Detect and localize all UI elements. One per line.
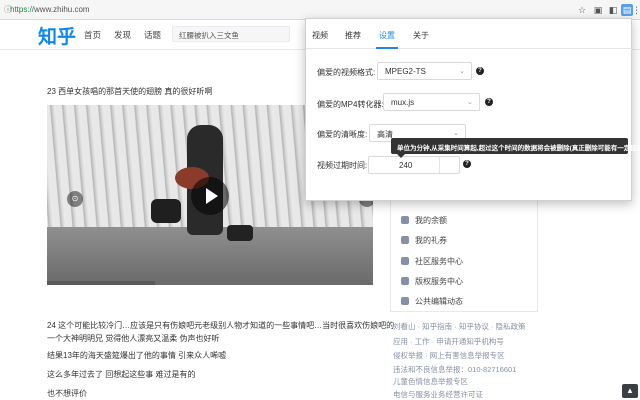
- format-label: 偏爱的视频格式:: [317, 68, 376, 77]
- wallet-icon: [401, 216, 409, 224]
- screenshot-icon[interactable]: ▣: [592, 4, 604, 16]
- nav-topics[interactable]: 话题: [144, 29, 161, 41]
- sidebar-item-coupons[interactable]: 我的礼券: [401, 235, 447, 246]
- community-icon: [401, 257, 409, 265]
- footer-link[interactable]: 电信与服务业务经营许可证: [393, 389, 483, 400]
- tab-videos[interactable]: 视频: [312, 30, 328, 41]
- help-icon[interactable]: ?: [463, 160, 471, 168]
- nav-home[interactable]: 首页: [84, 29, 101, 41]
- format-select[interactable]: MPEG2-TS ⌄: [377, 62, 472, 80]
- answer-text-line: 也不想评价: [47, 389, 87, 398]
- extension-icon[interactable]: ◧: [607, 4, 619, 16]
- footer-link[interactable]: 应用 · 工作 · 申请开通知乎机构号: [393, 336, 504, 347]
- chevron-down-icon: ⌄: [453, 130, 459, 137]
- mp4-converter-select[interactable]: mux.js ⌄: [383, 93, 480, 111]
- number-stepper[interactable]: [439, 157, 459, 173]
- footer-link[interactable]: 儿童色情信息举报专区: [393, 376, 468, 387]
- popup-tabs: 视频 推荐 设置 关于: [306, 19, 633, 49]
- tab-about[interactable]: 关于: [413, 30, 429, 41]
- sidebar-item-copyright-center[interactable]: 版权服务中心: [401, 276, 463, 287]
- list-item-title: 23 西单女孩唱的那首天使的翅膀 真的很好听啊: [47, 87, 213, 96]
- copyright-icon: [401, 277, 409, 285]
- url-field[interactable]: https://www.zhihu.com: [10, 5, 90, 14]
- lock-icon[interactable]: ⊙: [67, 191, 83, 207]
- tab-settings[interactable]: 设置: [379, 30, 395, 41]
- scroll-to-top-icon[interactable]: ▲: [622, 384, 638, 398]
- expire-time-input[interactable]: 240: [368, 156, 460, 174]
- help-icon[interactable]: ?: [476, 67, 484, 75]
- expire-time-tooltip: 单位为分钟,从采集时间算起,超过这个时间的数据将会被删除(真正删除可能有一定延迟…: [391, 138, 640, 158]
- url-protocol: https://: [10, 5, 35, 14]
- help-icon[interactable]: ?: [485, 98, 493, 106]
- tab-recommend[interactable]: 推荐: [345, 30, 361, 41]
- expire-time-label: 视频过期时间:: [317, 161, 368, 170]
- chevron-down-icon: ⌄: [459, 68, 465, 75]
- play-button[interactable]: [191, 177, 229, 215]
- edit-icon: [401, 297, 409, 305]
- chevron-down-icon: ⌄: [467, 99, 473, 106]
- menu-icon[interactable]: ⋮: [632, 4, 640, 16]
- sidebar-item-balance[interactable]: 我的余额: [401, 215, 447, 226]
- video-progress-bar[interactable]: [47, 281, 155, 285]
- active-tab-indicator: [376, 47, 398, 49]
- star-icon[interactable]: ☆: [576, 4, 588, 16]
- answer-text-line: 这么多年过去了 回想起这些事 难过是有的: [47, 370, 196, 379]
- sidebar-item-community-center[interactable]: 社区服务中心: [401, 256, 463, 267]
- search-input[interactable]: 红腰被扒入三文鱼: [172, 26, 290, 42]
- answer-text-line: 24 这个可能比较冷门…应该是只有伤娘吧元老级别人物才知道的一些事情吧…当时很喜…: [47, 321, 395, 330]
- mp4-converter-label: 偏爱的MP4转化器:: [317, 100, 384, 109]
- zhihu-logo[interactable]: 知乎: [38, 22, 76, 49]
- nav-discover[interactable]: 发现: [114, 29, 131, 41]
- answer-text-line: 一个大神明明兄 觉得他人漂亮又温柔 伪声也好听: [47, 334, 220, 343]
- footer-link[interactable]: 违法和不良信息举报：010-82716601: [393, 364, 516, 375]
- sidebar-item-public-edits[interactable]: 公共编辑动态: [401, 296, 463, 307]
- footer-link[interactable]: 刘看山 · 知乎指南 · 知乎协议 · 隐私政策: [393, 321, 526, 332]
- gift-icon: [401, 236, 409, 244]
- browser-address-bar: ⓘ https://www.zhihu.com ☆ ▣ ◧ ▤ ⋮: [0, 0, 640, 20]
- quality-label: 偏爱的清晰度:: [317, 130, 368, 139]
- url-host: www.zhihu.com: [34, 5, 90, 14]
- footer-link[interactable]: 侵权举报 · 网上有害信息举报专区: [393, 350, 505, 361]
- answer-text-line: 结果13年的海天盛筵爆出了他的事情 引来众人唏嘘: [47, 351, 227, 360]
